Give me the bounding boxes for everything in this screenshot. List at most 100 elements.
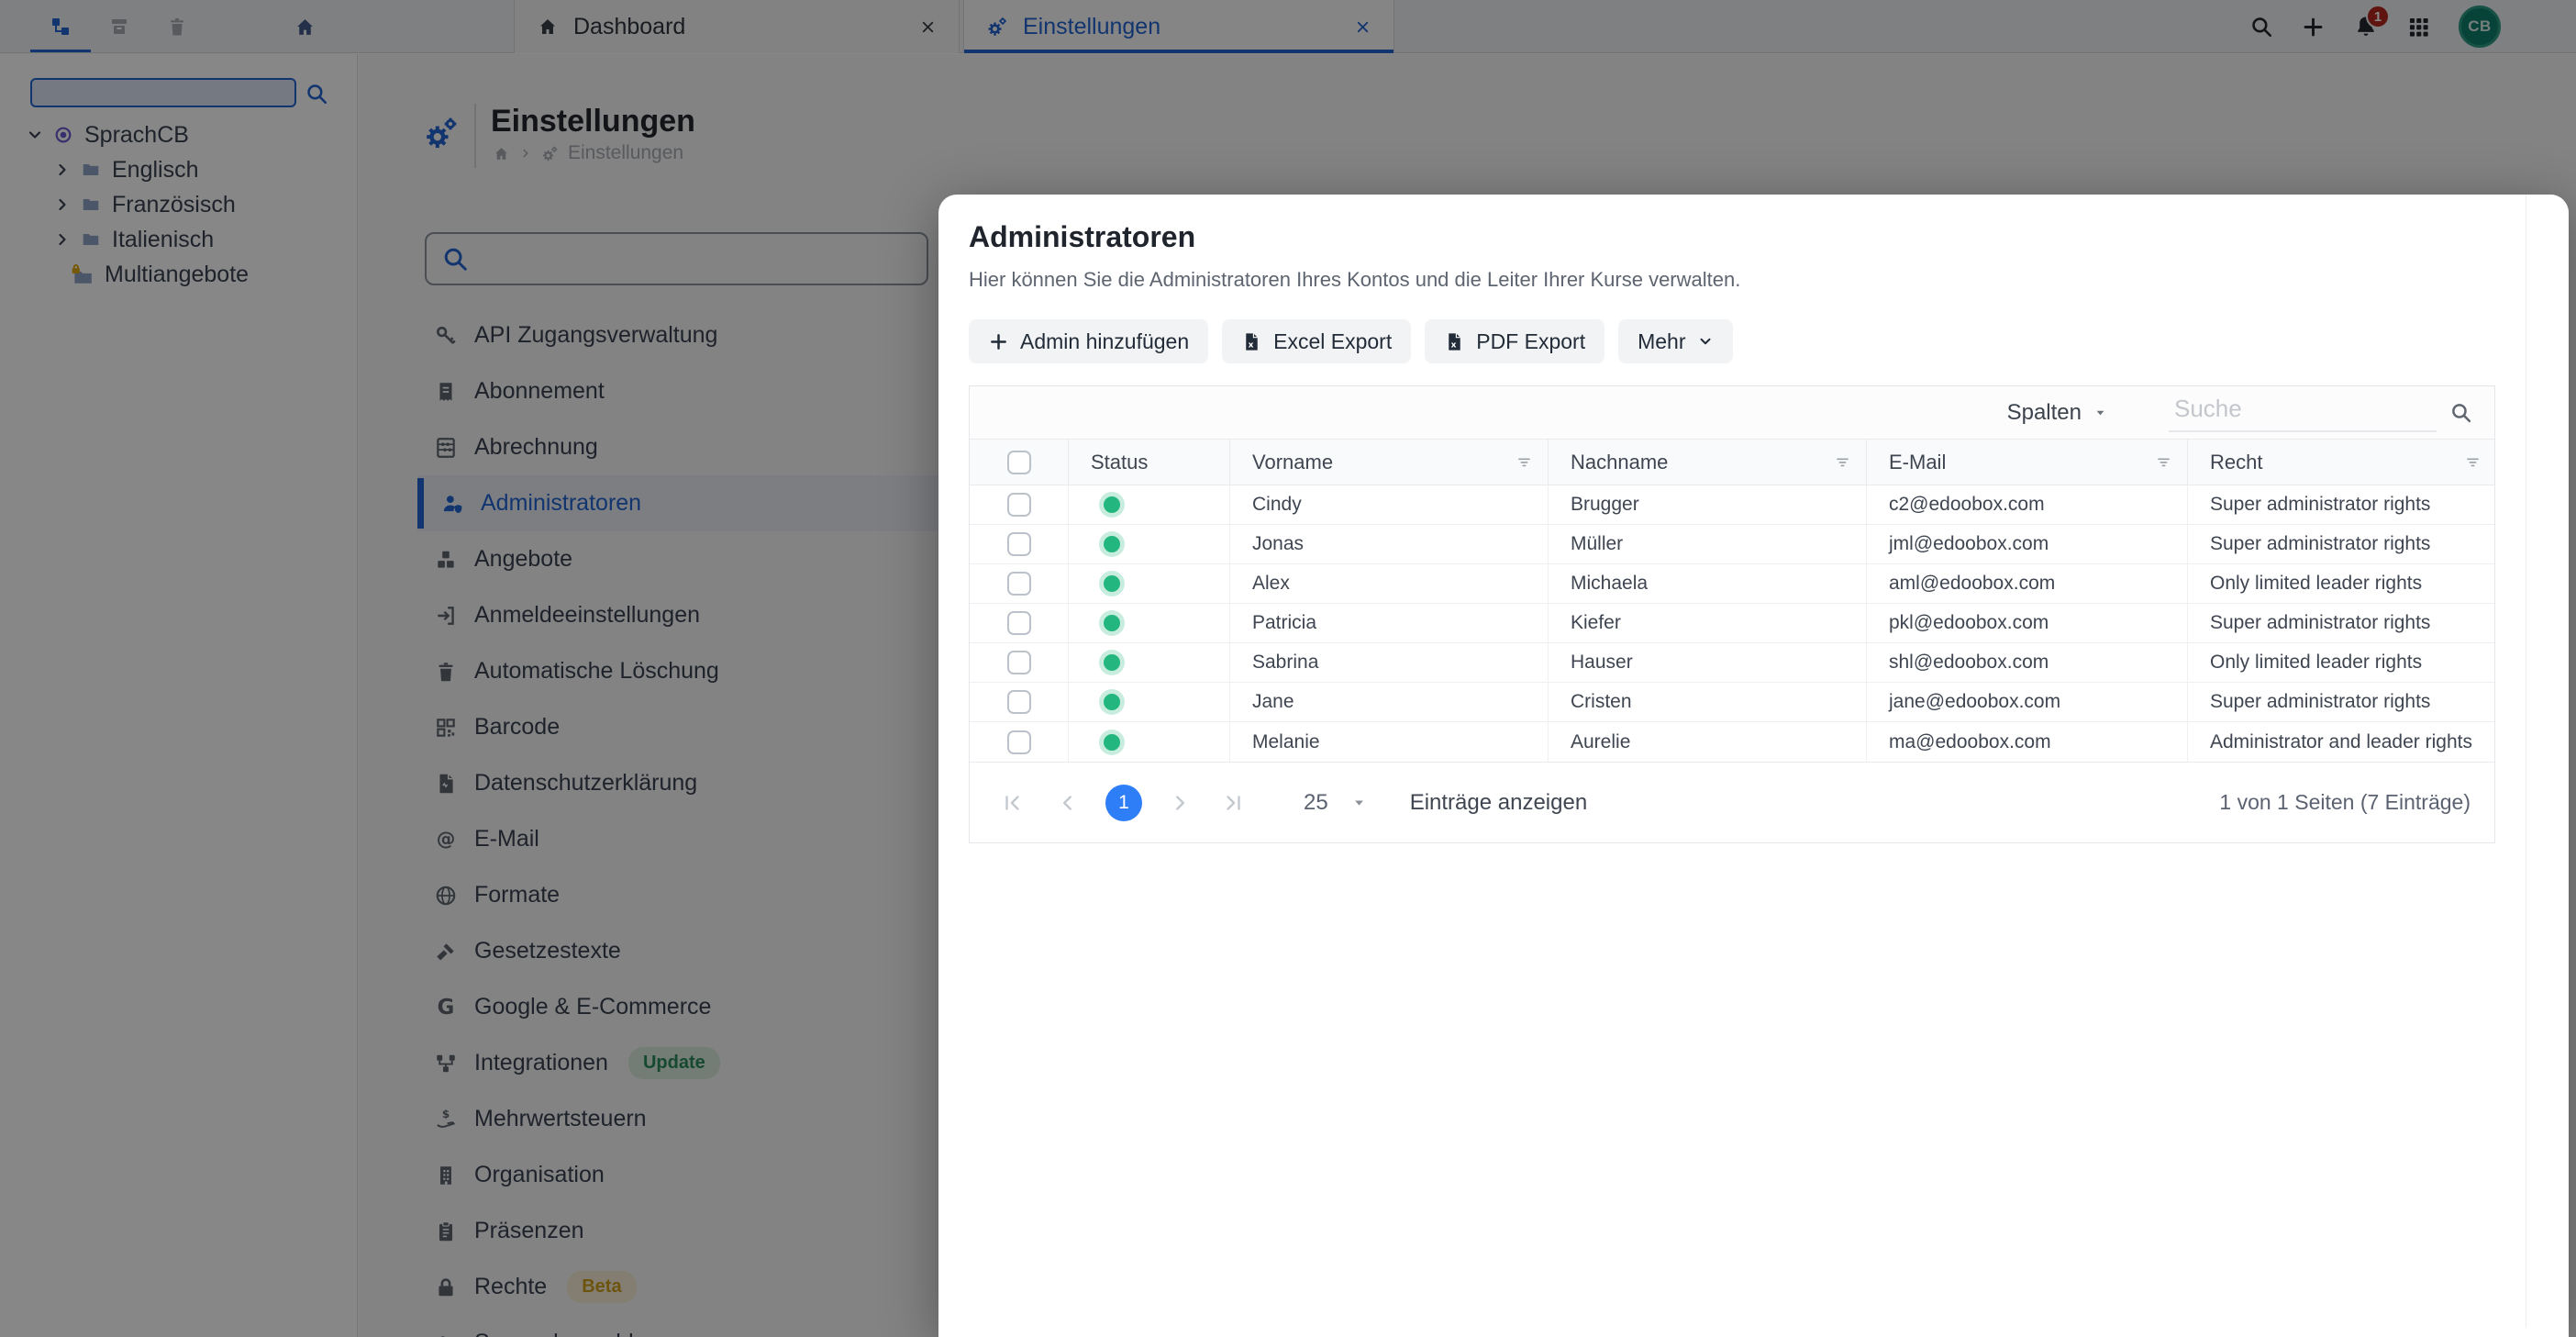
status-cell [1068,604,1229,642]
column-header-status[interactable]: Status [1068,440,1229,485]
row-checkbox[interactable] [1007,611,1031,635]
row-select-cell [970,604,1068,642]
table-row[interactable]: Cindy Brugger c2@edoobox.com Super admin… [970,485,2494,525]
pagination-bar: 1 25 Einträge anzeigen 1 von 1 Seiten (7… [970,763,2494,842]
status-cell [1068,722,1229,762]
page-size-caret-icon[interactable] [1350,794,1368,811]
table-search [2169,393,2437,432]
vorname-cell: Jonas [1229,525,1548,563]
pagination-summary: 1 von 1 Seiten (7 Einträge) [2219,790,2471,815]
vorname-cell: Sabrina [1229,643,1548,682]
previous-page-icon[interactable] [1056,791,1080,815]
app-root: Dashboard Einstellungen 1 CB SprachCB En… [0,0,2576,1337]
drawer-title: Administratoren [969,220,1195,254]
column-label: E-Mail [1889,451,1946,474]
table-header: Status Vorname Nachname E-Mail Recht [970,440,2494,485]
table-search-input[interactable] [2169,393,2437,432]
recht-cell: Only limited leader rights [2187,564,2496,603]
status-cell [1068,485,1229,524]
pdf-export-button[interactable]: PDF Export [1425,319,1604,363]
table-row[interactable]: Patricia Kiefer pkl@edoobox.com Super ad… [970,604,2494,643]
email-cell: jane@edoobox.com [1866,683,2187,721]
email-cell: jml@edoobox.com [1866,525,2187,563]
status-dot-active [1104,536,1120,552]
column-header-nachname[interactable]: Nachname [1548,440,1866,485]
status-dot-active [1104,575,1120,592]
mehr-button[interactable]: Mehr [1618,319,1732,363]
vorname-cell: Melanie [1229,722,1548,762]
row-checkbox[interactable] [1007,532,1031,556]
row-checkbox[interactable] [1007,730,1031,754]
admin-hinzuf-gen-button[interactable]: Admin hinzufügen [969,319,1208,363]
column-label: Status [1091,451,1148,474]
row-select-cell [970,564,1068,603]
status-dot-active [1104,654,1120,671]
first-page-icon[interactable] [1001,791,1025,815]
chevron-down-icon [1697,333,1714,350]
recht-cell: Administrator and leader rights [2187,722,2496,762]
row-select-cell [970,683,1068,721]
vorname-cell: Jane [1229,683,1548,721]
table-rows: Cindy Brugger c2@edoobox.com Super admin… [970,485,2494,763]
row-select-cell [970,722,1068,762]
column-header-e-mail[interactable]: E-Mail [1866,440,2187,485]
filter-icon[interactable] [2464,453,2482,471]
status-cell [1068,643,1229,682]
drawer-actions: Admin hinzufügen Excel Export PDF Export… [969,319,1733,363]
recht-cell: Super administrator rights [2187,683,2496,721]
excel-export-button[interactable]: Excel Export [1222,319,1411,363]
file-x-icon [1444,331,1465,352]
column-label: Recht [2210,451,2262,474]
table-row[interactable]: Alex Michaela aml@edoobox.com Only limit… [970,564,2494,604]
vorname-cell: Patricia [1229,604,1548,642]
nachname-cell: Hauser [1548,643,1866,682]
page-size-value[interactable]: 25 [1304,790,1328,816]
button-label: Excel Export [1273,329,1392,354]
drawer-subtitle: Hier können Sie die Administratoren Ihre… [969,268,1740,292]
entries-label: Einträge anzeigen [1410,790,1587,816]
column-label: Nachname [1571,451,1668,474]
nachname-cell: Müller [1548,525,1866,563]
columns-dropdown[interactable]: Spalten [2007,400,2108,426]
last-page-icon[interactable] [1221,791,1245,815]
recht-cell: Only limited leader rights [2187,643,2496,682]
nachname-cell: Aurelie [1548,722,1866,762]
row-checkbox[interactable] [1007,651,1031,674]
button-label: Admin hinzufügen [1020,329,1189,354]
nachname-cell: Kiefer [1548,604,1866,642]
filter-icon[interactable] [2155,453,2172,471]
column-header-recht[interactable]: Recht [2187,440,2496,485]
table-toolbar: Spalten [970,386,2494,440]
table-row[interactable]: Jonas Müller jml@edoobox.com Super admin… [970,525,2494,564]
row-select-cell [970,643,1068,682]
table-row[interactable]: Sabrina Hauser shl@edoobox.com Only limi… [970,643,2494,683]
nachname-cell: Brugger [1548,485,1866,524]
status-cell [1068,683,1229,721]
email-cell: shl@edoobox.com [1866,643,2187,682]
recht-cell: Super administrator rights [2187,604,2496,642]
scrollbar-gutter[interactable] [2526,195,2569,1328]
administrators-drawer: Administratoren Hier können Sie die Admi… [938,195,2569,1337]
filter-icon[interactable] [1516,453,1533,471]
select-all-checkbox[interactable] [1007,451,1031,474]
plus-icon [988,331,1009,352]
table-search-icon[interactable] [2449,401,2472,424]
caret-down-icon [2093,405,2108,420]
next-page-icon[interactable] [1168,791,1192,815]
table-row[interactable]: Jane Cristen jane@edoobox.com Super admi… [970,683,2494,722]
filter-icon[interactable] [1834,453,1851,471]
table-row[interactable]: Melanie Aurelie ma@edoobox.com Administr… [970,722,2494,762]
email-cell: aml@edoobox.com [1866,564,2187,603]
vorname-cell: Alex [1229,564,1548,603]
columns-label: Spalten [2007,400,2082,426]
button-label: PDF Export [1476,329,1585,354]
row-checkbox[interactable] [1007,493,1031,517]
header-select-cell [970,440,1068,485]
email-cell: pkl@edoobox.com [1866,604,2187,642]
column-header-vorname[interactable]: Vorname [1229,440,1548,485]
row-checkbox[interactable] [1007,572,1031,596]
status-cell [1068,564,1229,603]
current-page-button[interactable]: 1 [1105,785,1142,821]
status-dot-active [1104,496,1120,513]
row-checkbox[interactable] [1007,690,1031,714]
